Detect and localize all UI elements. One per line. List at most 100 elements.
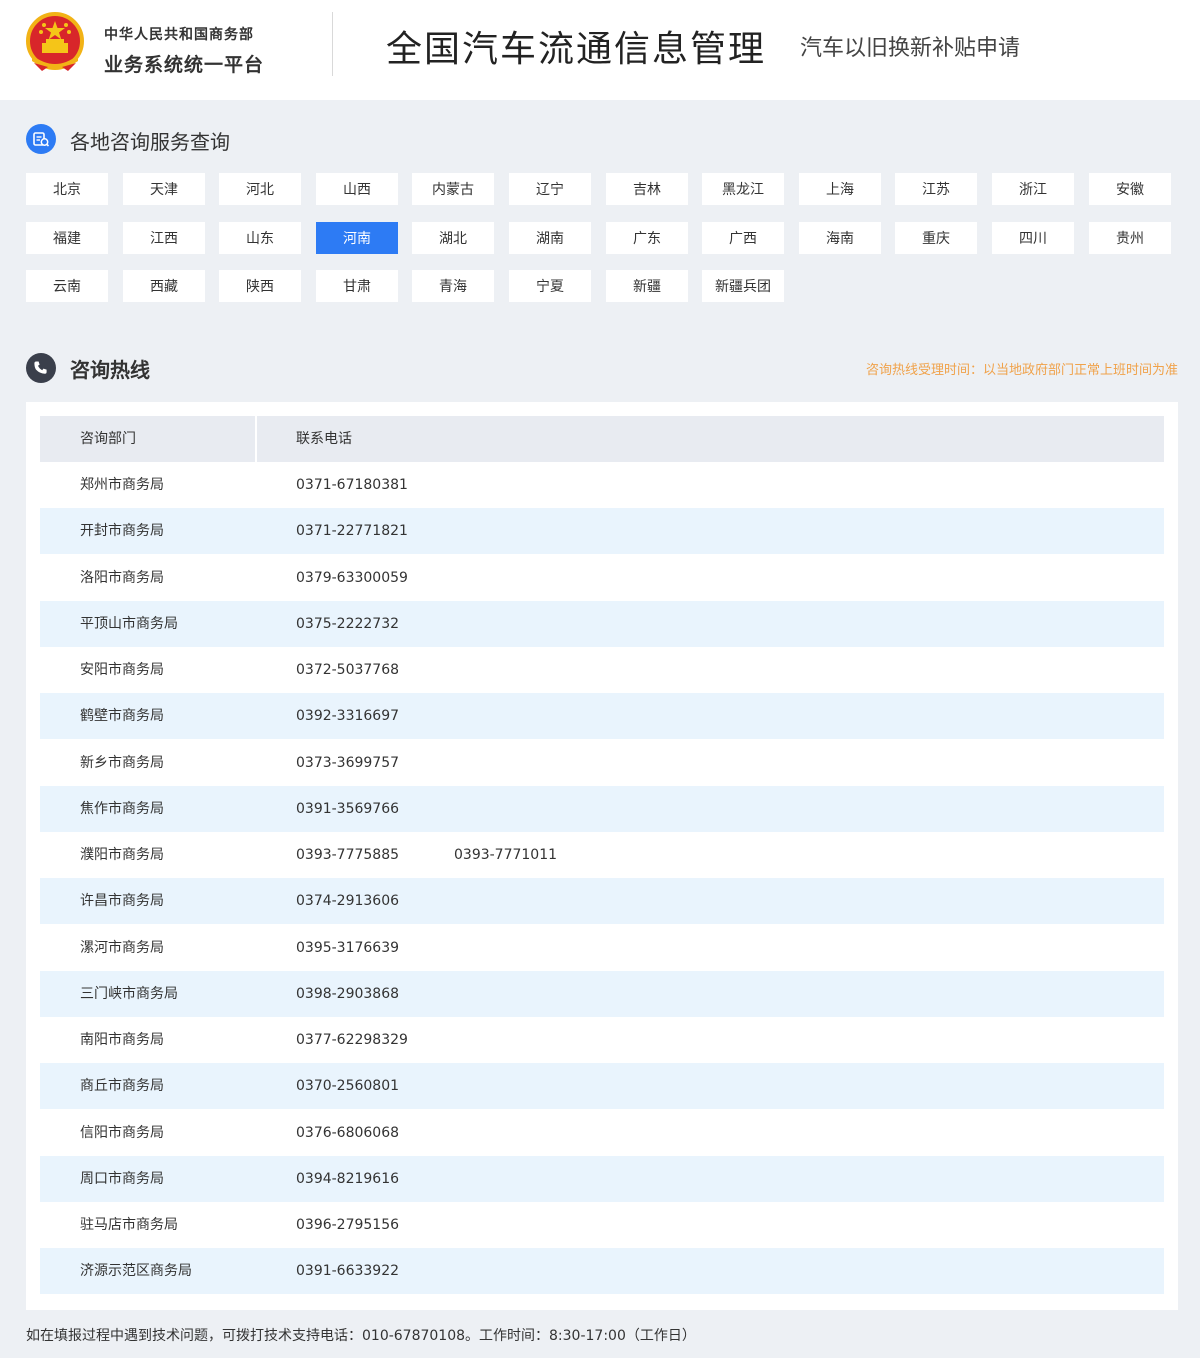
region-query-icon — [26, 124, 56, 154]
page-subtitle: 汽车以旧换新补贴申请 — [800, 36, 1021, 61]
top-header: 中华人民共和国商务部 业务系统统一平台 全国汽车流通信息管理 汽车以旧换新补贴申… — [0, 0, 1200, 100]
dept-cell: 开封市商务局 — [80, 523, 164, 539]
phone-cell: 0392-3316697 — [296, 708, 400, 724]
dept-cell: 商丘市商务局 — [80, 1078, 164, 1094]
table-row: 开封市商务局 0371-22771821 — [40, 508, 1164, 554]
region-button[interactable]: 宁夏 — [509, 270, 591, 302]
region-button[interactable]: 河南 — [316, 222, 398, 254]
table-row: 新乡市商务局 0373-3699757 — [40, 740, 1164, 786]
region-button[interactable]: 上海 — [799, 173, 881, 205]
region-button[interactable]: 新疆 — [606, 270, 688, 302]
table-row: 驻马店市商务局 0396-2795156 — [40, 1202, 1164, 1248]
phone-cell: 0374-2913606 — [296, 893, 400, 909]
dept-cell: 驻马店市商务局 — [80, 1217, 178, 1233]
region-button[interactable]: 山东 — [219, 222, 301, 254]
region-button[interactable]: 山西 — [316, 173, 398, 205]
region-button[interactable]: 湖南 — [509, 222, 591, 254]
phone-cell: 0372-5037768 — [296, 662, 400, 678]
table-row: 安阳市商务局 0372-5037768 — [40, 647, 1164, 693]
phone-cell: 0394-8219616 — [296, 1171, 400, 1187]
table-row: 许昌市商务局 0374-2913606 — [40, 878, 1164, 924]
dept-cell: 郑州市商务局 — [80, 477, 164, 493]
table-row: 鹤壁市商务局 0392-3316697 — [40, 693, 1164, 739]
table-row: 郑州市商务局 0371-67180381 — [40, 462, 1164, 508]
region-button[interactable]: 安徽 — [1089, 173, 1171, 205]
phone-cell: 0371-67180381 — [296, 477, 408, 493]
phone-cell: 0377-62298329 — [296, 1032, 408, 1048]
dept-cell: 平顶山市商务局 — [80, 616, 178, 632]
region-button[interactable]: 云南 — [26, 270, 108, 302]
region-button[interactable]: 广西 — [702, 222, 784, 254]
table-row: 南阳市商务局 0377-62298329 — [40, 1017, 1164, 1063]
dept-cell: 洛阳市商务局 — [80, 570, 164, 586]
phone-cell: 0395-3176639 — [296, 940, 400, 956]
dept-cell: 鹤壁市商务局 — [80, 708, 164, 724]
phone-cell: 0393-7775885 — [296, 847, 400, 863]
region-button[interactable]: 内蒙古 — [412, 173, 494, 205]
column-header-phone: 联系电话 — [296, 431, 352, 447]
region-button[interactable]: 广东 — [606, 222, 688, 254]
region-button[interactable]: 河北 — [219, 173, 301, 205]
region-button[interactable]: 西藏 — [123, 270, 205, 302]
region-button[interactable]: 北京 — [26, 173, 108, 205]
hotline-table-card: 咨询部门 联系电话 郑州市商务局 0371-67180381 开封市商务局 0371-… — [26, 402, 1178, 1310]
dept-cell: 焦作市商务局 — [80, 801, 164, 817]
region-button[interactable]: 海南 — [799, 222, 881, 254]
region-button[interactable]: 黑龙江 — [702, 173, 784, 205]
region-button[interactable]: 江苏 — [895, 173, 977, 205]
phone-icon — [26, 353, 56, 383]
dept-cell: 三门峡市商务局 — [80, 986, 178, 1002]
tech-support-note: 如在填报过程中遇到技术问题，可拨打技术支持电话：010-67870108。工作时… — [26, 1328, 696, 1344]
org-name-line1: 中华人民共和国商务部 — [104, 27, 254, 43]
phone-cell: 0391-3569766 — [296, 801, 400, 817]
region-button[interactable]: 甘肃 — [316, 270, 398, 302]
region-button[interactable]: 陕西 — [219, 270, 301, 302]
header-divider — [332, 12, 333, 76]
phone-cell: 0379-63300059 — [296, 570, 408, 586]
table-row: 平顶山市商务局 0375-2222732 — [40, 601, 1164, 647]
table-row: 商丘市商务局 0370-2560801 — [40, 1063, 1164, 1109]
table-row: 三门峡市商务局 0398-2903868 — [40, 971, 1164, 1017]
region-button[interactable]: 天津 — [123, 173, 205, 205]
national-emblem-icon — [26, 12, 84, 71]
region-button[interactable]: 重庆 — [895, 222, 977, 254]
table-row: 信阳市商务局 0376-6806068 — [40, 1110, 1164, 1156]
phone-cell: 0370-2560801 — [296, 1078, 400, 1094]
region-button[interactable]: 新疆兵团 — [702, 270, 784, 302]
org-name-line2: 业务系统统一平台 — [104, 54, 265, 76]
phone-cell: 0371-22771821 — [296, 523, 408, 539]
dept-cell: 濮阳市商务局 — [80, 847, 164, 863]
phone-cell: 0398-2903868 — [296, 986, 400, 1002]
phone-cell: 0373-3699757 — [296, 755, 400, 771]
dept-cell: 许昌市商务局 — [80, 893, 164, 909]
header-column-divider — [255, 416, 257, 462]
dept-cell: 信阳市商务局 — [80, 1125, 164, 1141]
region-button[interactable]: 辽宁 — [509, 173, 591, 205]
table-row: 焦作市商务局 0391-3569766 — [40, 786, 1164, 832]
region-button[interactable]: 吉林 — [606, 173, 688, 205]
region-button[interactable]: 浙江 — [992, 173, 1074, 205]
region-button[interactable]: 贵州 — [1089, 222, 1171, 254]
table-row: 漯河市商务局 0395-3176639 — [40, 925, 1164, 971]
dept-cell: 安阳市商务局 — [80, 662, 164, 678]
phone-cell: 0396-2795156 — [296, 1217, 400, 1233]
region-button[interactable]: 四川 — [992, 222, 1074, 254]
phone-cell: 0376-6806068 — [296, 1125, 400, 1141]
dept-cell: 周口市商务局 — [80, 1171, 164, 1187]
dept-cell: 漯河市商务局 — [80, 940, 164, 956]
table-row: 济源示范区商务局 0391-6633922 — [40, 1248, 1164, 1294]
column-header-dept: 咨询部门 — [80, 431, 136, 447]
dept-cell: 新乡市商务局 — [80, 755, 164, 771]
dept-cell: 济源示范区商务局 — [80, 1263, 192, 1279]
hotline-hours-notice: 咨询热线受理时间：以当地政府部门正常上班时间为准 — [865, 363, 1178, 378]
phone-cell: 0375-2222732 — [296, 616, 400, 632]
phone-cell-secondary: 0393-7771011 — [454, 847, 558, 863]
region-button[interactable]: 青海 — [412, 270, 494, 302]
page-title: 全国汽车流通信息管理 — [386, 29, 767, 70]
table-row: 洛阳市商务局 0379-63300059 — [40, 555, 1164, 601]
region-button[interactable]: 湖北 — [412, 222, 494, 254]
region-button[interactable]: 江西 — [123, 222, 205, 254]
phone-cell: 0391-6633922 — [296, 1263, 400, 1279]
region-section-title: 各地咨询服务查询 — [70, 130, 230, 154]
region-button[interactable]: 福建 — [26, 222, 108, 254]
